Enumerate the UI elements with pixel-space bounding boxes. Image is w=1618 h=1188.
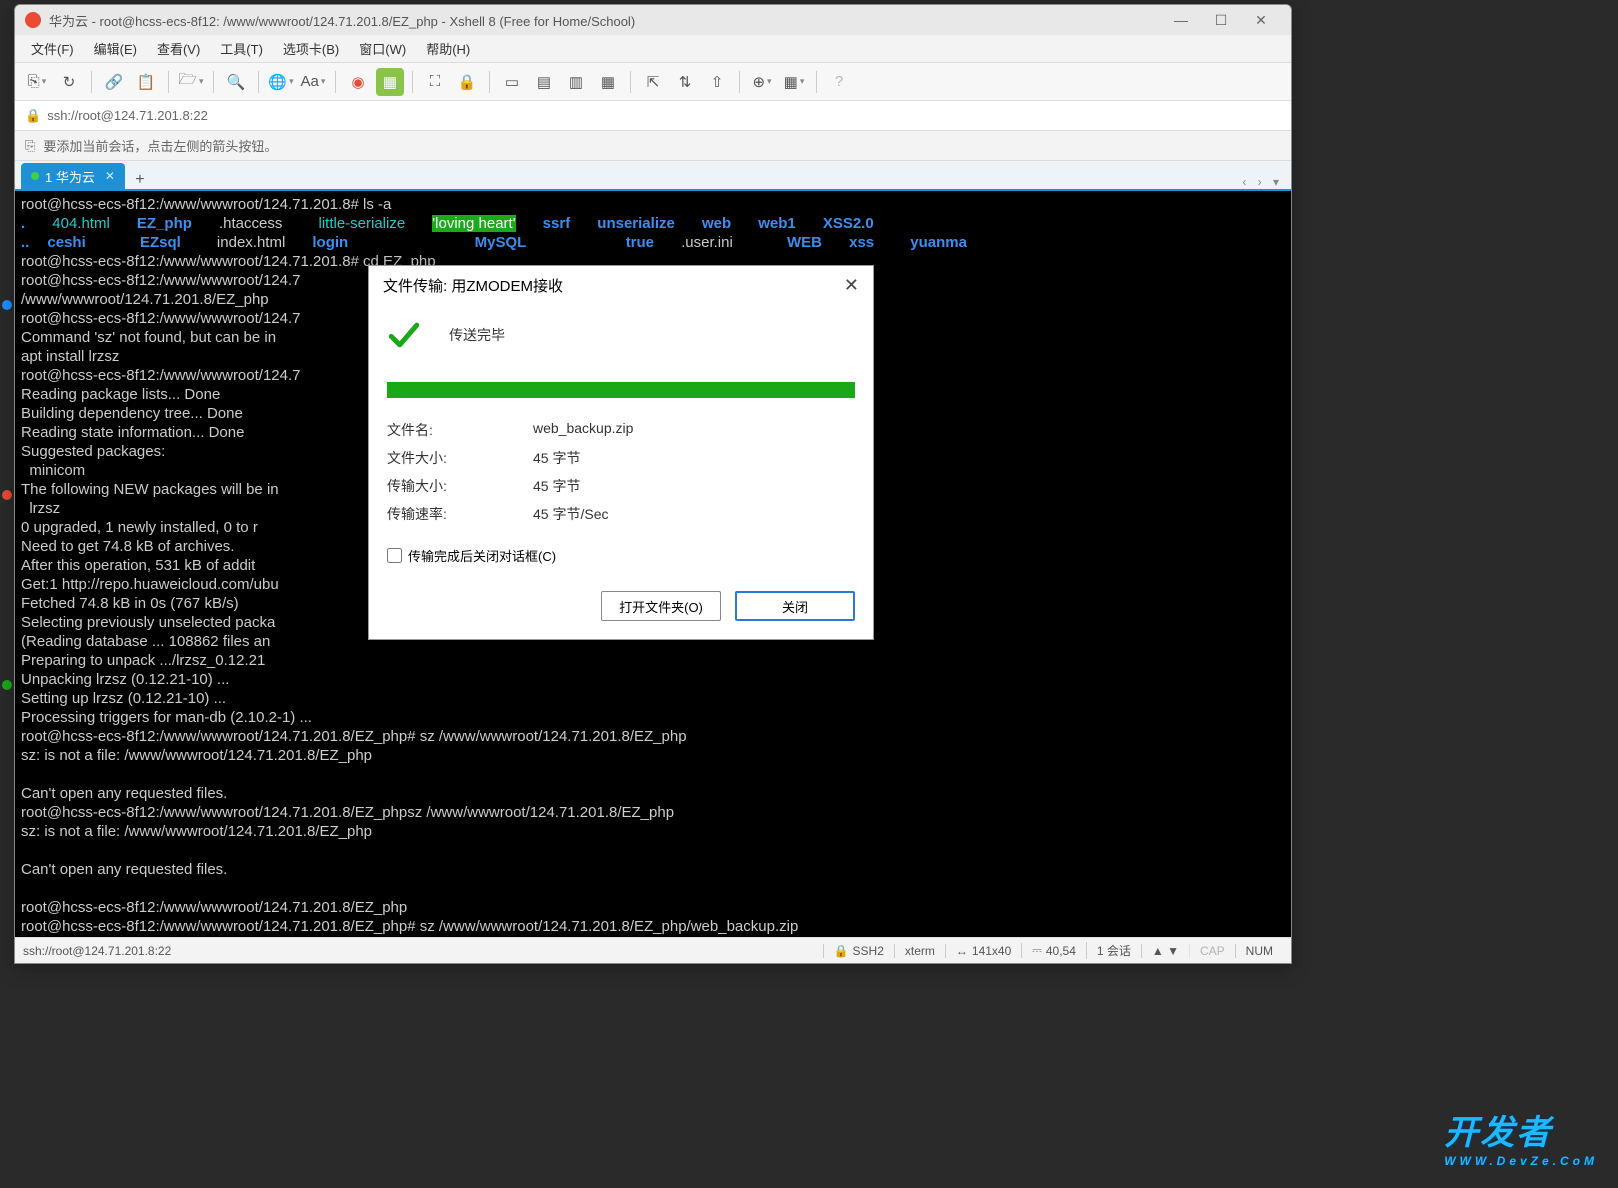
speed-value: 45 字节/Sec bbox=[533, 504, 608, 524]
status-ssh: 🔒 SSH2 bbox=[823, 944, 894, 958]
status-arrows[interactable]: ▲ ▼ bbox=[1141, 944, 1189, 958]
new-session-icon[interactable]: ⎘ bbox=[23, 68, 51, 96]
toolbar: ⎘ ↻ 🔗 📋 🗁 🔍 🌐 Aa ◉ ▦ ⛶ 🔒 ▭ ▤ ▥ ▦ ⇱ ⇅ ⇧ ⊕… bbox=[15, 63, 1291, 101]
transfer-status: 传送完毕 bbox=[449, 325, 505, 345]
add-icon[interactable]: ⊕ bbox=[748, 68, 776, 96]
hint-text: 要添加当前会话，点击左侧的箭头按钮。 bbox=[43, 136, 277, 155]
font-icon[interactable]: Aa bbox=[299, 68, 327, 96]
panel3-icon[interactable]: ▥ bbox=[562, 68, 590, 96]
close-button[interactable]: ✕ bbox=[1241, 12, 1281, 29]
menu-help[interactable]: 帮助(H) bbox=[416, 36, 480, 61]
lock-icon: 🔒 bbox=[25, 108, 41, 124]
link-icon[interactable]: 🔗 bbox=[100, 68, 128, 96]
menu-file[interactable]: 文件(F) bbox=[21, 36, 84, 61]
help-icon[interactable]: ? bbox=[825, 68, 853, 96]
transfer-details: 文件名:web_backup.zip 文件大小:45 字节 传输大小:45 字节… bbox=[387, 416, 855, 528]
clipboard-icon[interactable]: 📋 bbox=[132, 68, 160, 96]
search-icon[interactable]: 🔍 bbox=[222, 68, 250, 96]
export-icon[interactable]: ⇱ bbox=[639, 68, 667, 96]
upload-icon[interactable]: ⇧ bbox=[703, 68, 731, 96]
menu-tabs[interactable]: 选项卡(B) bbox=[273, 36, 349, 61]
transfer-dialog: 文件传输: 用ZMODEM接收 ✕ 传送完毕 文件名:web_backup.zi… bbox=[368, 265, 874, 640]
tab-label: 1 华为云 bbox=[45, 167, 95, 186]
status-num: NUM bbox=[1235, 944, 1283, 958]
address-bar[interactable]: 🔒 ssh://root@124.71.201.8:22 bbox=[15, 101, 1291, 131]
status-term: xterm bbox=[894, 944, 945, 958]
close-after-label: 传输完成后关闭对话框(C) bbox=[408, 546, 556, 565]
status-bar: ssh://root@124.71.201.8:22 🔒 SSH2 xterm … bbox=[15, 937, 1291, 963]
folder-icon[interactable]: 🗁 bbox=[177, 68, 205, 96]
panel2-icon[interactable]: ▤ bbox=[530, 68, 558, 96]
panel4-icon[interactable]: ▦ bbox=[594, 68, 622, 96]
status-dot-icon bbox=[31, 172, 39, 180]
record-icon[interactable]: ◉ bbox=[344, 68, 372, 96]
window-title: 华为云 - root@hcss-ecs-8f12: /www/wwwroot/1… bbox=[49, 11, 1161, 30]
menu-tools[interactable]: 工具(T) bbox=[210, 36, 273, 61]
close-dialog-button[interactable]: 关闭 bbox=[735, 591, 855, 621]
progress-bar bbox=[387, 382, 855, 398]
address-text: ssh://root@124.71.201.8:22 bbox=[47, 108, 208, 123]
fullscreen-icon[interactable]: ⛶ bbox=[421, 68, 449, 96]
reconnect-icon[interactable]: ↻ bbox=[55, 68, 83, 96]
menubar: 文件(F) 编辑(E) 查看(V) 工具(T) 选项卡(B) 窗口(W) 帮助(… bbox=[15, 35, 1291, 63]
app-window: 华为云 - root@hcss-ecs-8f12: /www/wwwroot/1… bbox=[14, 4, 1292, 964]
filesize-value: 45 字节 bbox=[533, 448, 580, 468]
titlebar: 华为云 - root@hcss-ecs-8f12: /www/wwwroot/1… bbox=[15, 5, 1291, 35]
close-after-checkbox[interactable] bbox=[387, 548, 402, 563]
open-folder-button[interactable]: 打开文件夹(O) bbox=[601, 591, 721, 621]
app-icon bbox=[25, 12, 41, 28]
menu-view[interactable]: 查看(V) bbox=[147, 36, 210, 61]
grid-icon[interactable]: ▦ bbox=[780, 68, 808, 96]
maximize-button[interactable]: ☐ bbox=[1201, 12, 1241, 29]
menu-edit[interactable]: 编辑(E) bbox=[84, 36, 147, 61]
minimize-button[interactable]: — bbox=[1161, 12, 1201, 28]
tab-close-icon[interactable]: ✕ bbox=[105, 169, 115, 183]
transfer-icon[interactable]: ⇅ bbox=[671, 68, 699, 96]
hint-bar: ⎘ 要添加当前会话，点击左侧的箭头按钮。 bbox=[15, 131, 1291, 161]
xfersize-value: 45 字节 bbox=[533, 476, 580, 496]
checkmark-icon bbox=[387, 318, 421, 352]
tab-nav[interactable]: ‹ › ▾ bbox=[1242, 175, 1283, 189]
color-icon[interactable]: ▦ bbox=[376, 68, 404, 96]
dialog-titlebar: 文件传输: 用ZMODEM接收 ✕ bbox=[369, 266, 873, 304]
panel1-icon[interactable]: ▭ bbox=[498, 68, 526, 96]
menu-window[interactable]: 窗口(W) bbox=[349, 36, 416, 61]
lock-icon[interactable]: 🔒 bbox=[453, 68, 481, 96]
add-tab-button[interactable]: + bbox=[129, 171, 151, 189]
status-pos: ⎓ 40,54 bbox=[1021, 943, 1086, 958]
status-sessions: 1 会话 bbox=[1086, 942, 1141, 959]
status-address: ssh://root@124.71.201.8:22 bbox=[23, 944, 171, 958]
status-size: ↔ 141x40 bbox=[945, 944, 1021, 958]
watermark: 开发者 WWW.DevZe.CoM bbox=[1444, 1105, 1598, 1168]
tab-strip: 1 华为云 ✕ + ‹ › ▾ bbox=[15, 161, 1291, 191]
dialog-close-icon[interactable]: ✕ bbox=[844, 275, 859, 296]
filename-value: web_backup.zip bbox=[533, 420, 633, 440]
hint-icon[interactable]: ⎘ bbox=[25, 138, 35, 154]
session-tab[interactable]: 1 华为云 ✕ bbox=[21, 163, 125, 189]
dialog-title: 文件传输: 用ZMODEM接收 bbox=[383, 275, 563, 296]
globe-icon[interactable]: 🌐 bbox=[267, 68, 295, 96]
status-cap: CAP bbox=[1189, 944, 1235, 958]
